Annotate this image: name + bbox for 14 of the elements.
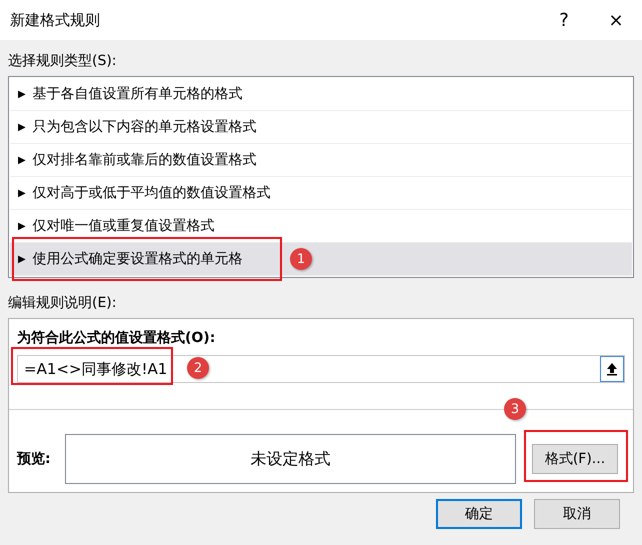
preview-box: 未设定格式 [65,434,516,484]
help-button[interactable]: ? [538,0,590,40]
dialog-button[interactable]: 确定 [436,499,522,529]
section-label: 选择规则类型(S): [8,52,118,70]
close-button[interactable]: × [590,0,642,40]
section-label: 编辑规则说明(E): [8,294,118,312]
step-number: 3 [504,398,526,420]
collapse-button[interactable] [600,356,624,382]
preview-label: 预览: [17,450,52,468]
window-title: 新建格式规则 [10,10,101,30]
formula-label: 为符合此公式的值设置格式(O): [17,329,216,347]
upload-icon [606,362,618,376]
dialog-button[interactable]: 取消 [534,499,620,529]
format-button[interactable]: 格式(F)... [532,444,618,474]
